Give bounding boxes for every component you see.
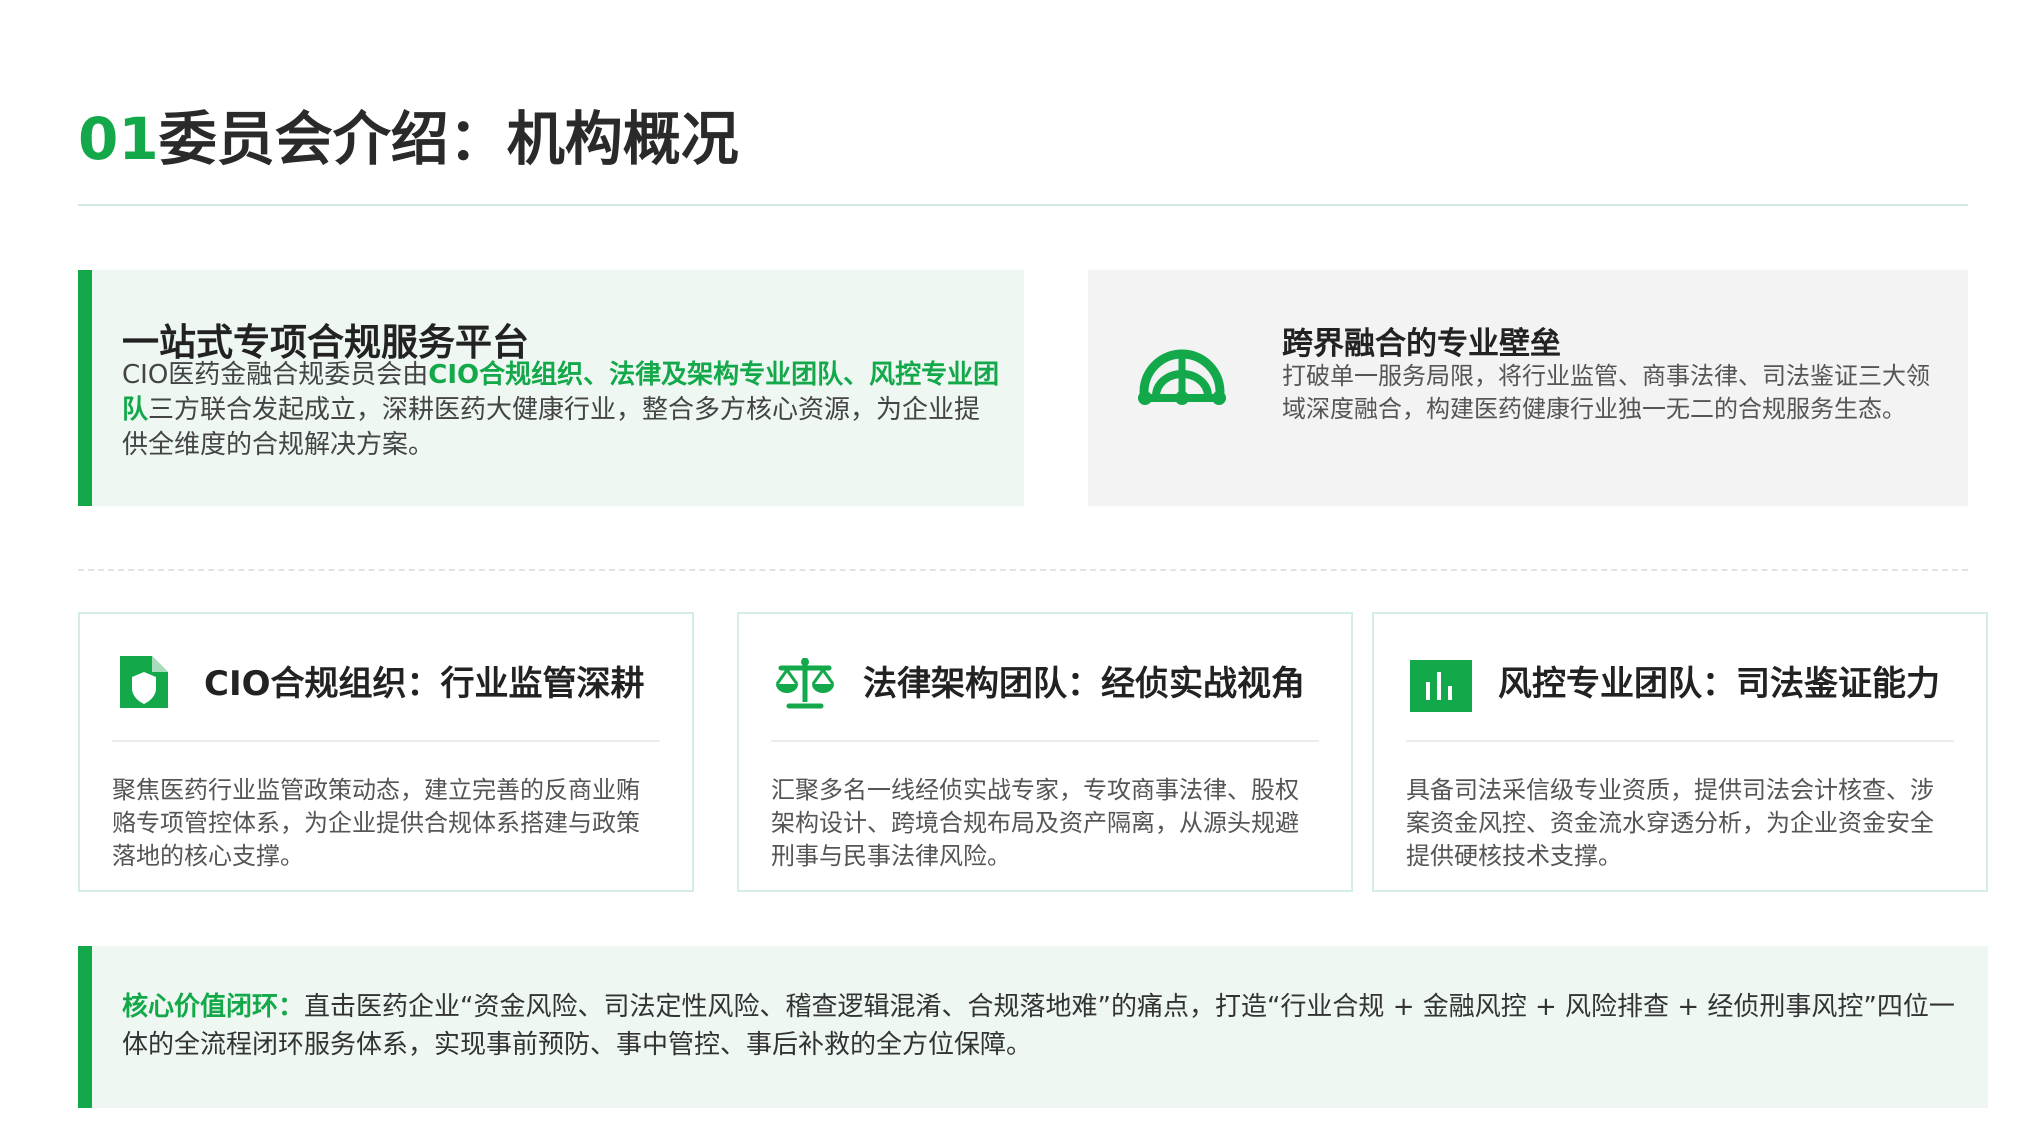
team-card-legal: 法律架构团队：经侦实战视角 汇聚多名一线经侦实战专家，专攻商事法律、股权架构设计… [737,612,1353,892]
core-value-banner: 核心价值闭环：直击医药企业“资金风险、司法定性风险、稽查逻辑混淆、合规落地难”的… [78,946,1988,1108]
core-value-text: 核心价值闭环：直击医药企业“资金风险、司法定性风险、稽查逻辑混淆、合规落地难”的… [122,988,1962,1064]
title-divider [78,204,1968,206]
team-card-body: 具备司法采信级专业资质，提供司法会计核查、涉案资金风控、资金流水穿透分析，为企业… [1406,776,1934,870]
card-divider [112,740,660,742]
bar-chart-icon [1410,660,1472,712]
dashed-divider [78,569,1968,571]
bridge-icon [1138,349,1226,405]
core-value-body: 直击医药企业“资金风险、司法定性风险、稽查逻辑混淆、合规落地难”的痛点，打造“行… [122,992,1955,1060]
platform-card: 一站式专项合规服务平台 CIO医药金融合规委员会由CIO合规组织、法律及架构专业… [78,270,1024,506]
team-card-cio: CIO合规组织：行业监管深耕 聚焦医药行业监管政策动态，建立完善的反商业贿赂专项… [78,612,694,892]
barrier-card-title: 跨界融合的专业壁垒 [1282,326,1561,362]
shield-document-icon [120,656,168,708]
barrier-card-body: 打破单一服务局限，将行业监管、商事法律、司法鉴证三大领域深度融合，构建医药健康行… [1282,362,1930,423]
team-card-risk: 风控专业团队：司法鉴证能力 具备司法采信级专业资质，提供司法会计核查、涉案资金风… [1372,612,1988,892]
core-value-label: 核心价值闭环： [122,992,305,1022]
team-card-title: CIO合规组织：行业监管深耕 [204,664,645,704]
team-card-title: 法律架构团队：经侦实战视角 [863,664,1305,704]
team-card-body: 汇聚多名一线经侦实战专家，专攻商事法律、股权架构设计、跨境合规布局及资产隔离，从… [771,776,1299,870]
team-card-body: 聚焦医药行业监管政策动态，建立完善的反商业贿赂专项管控体系，为企业提供合规体系搭… [112,776,640,870]
platform-card-body: CIO医药金融合规委员会由CIO合规组织、法律及架构专业团队、风控专业团队三方联… [122,358,1002,463]
platform-body-prefix: CIO医药金融合规委员会由 [122,360,429,390]
title-number: 01 [78,105,159,173]
card-divider [771,740,1319,742]
card-divider [1406,740,1954,742]
platform-body-suffix: 三方联合发起成立，深耕医药大健康行业，整合多方核心资源，为企业提供全维度的合规解… [122,395,981,460]
balance-scale-icon [775,658,835,709]
title-text: 委员会介绍：机构概况 [158,105,739,173]
accent-bar [78,946,92,1108]
barrier-card: 跨界融合的专业壁垒 打破单一服务局限，将行业监管、商事法律、司法鉴证三大领域深度… [1088,270,1968,506]
accent-bar [78,270,92,506]
team-card-title: 风控专业团队：司法鉴证能力 [1498,664,1940,704]
page-title: 01委员会介绍：机构概况 [78,92,739,176]
